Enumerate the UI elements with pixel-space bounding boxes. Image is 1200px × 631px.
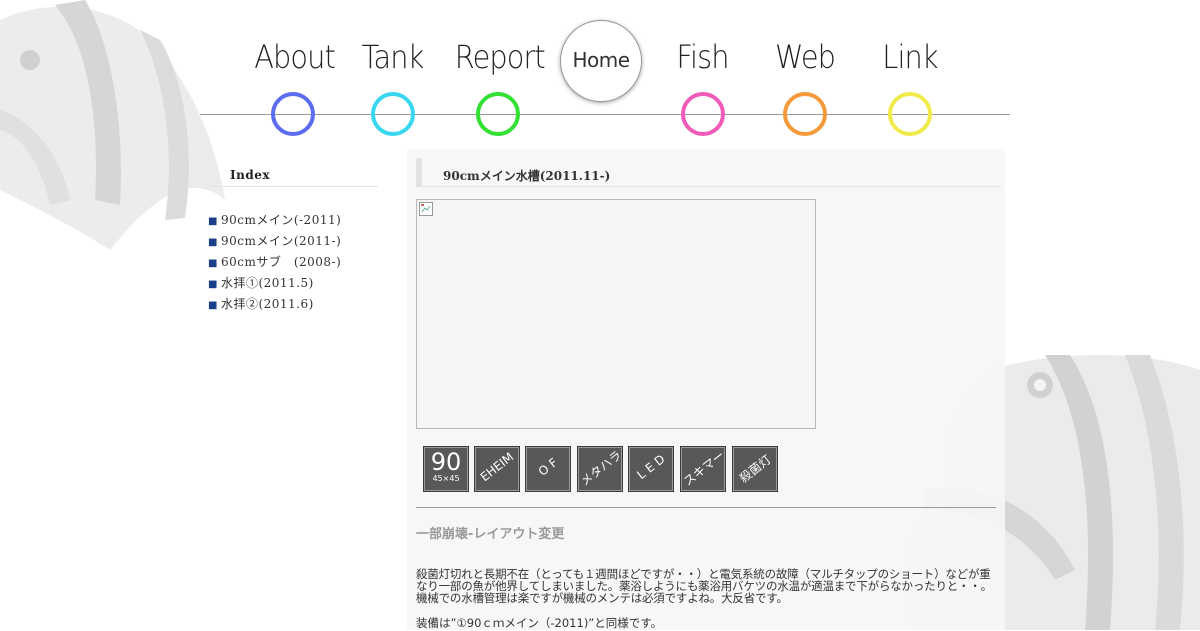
- badge-led[interactable]: L E D: [628, 446, 674, 492]
- nav-label-link: Link: [882, 38, 938, 76]
- badge-of-label: O F: [535, 455, 561, 479]
- sidebar-item-60cm-sub[interactable]: ■ 60cmサブ (2008-): [208, 253, 378, 274]
- badge-of[interactable]: O F: [525, 446, 571, 492]
- main-navigation: About Tank Report Home Fish Web Link: [200, 0, 1010, 136]
- sidebar-item-label: 水拝①(2011.5): [220, 276, 314, 290]
- section-subheading: 一部崩壊-レイアウト変更: [416, 527, 565, 542]
- bullet-icon: ■: [208, 300, 218, 311]
- sidebar-index: Index ■ 90cmメイン(-2011) ■ 90cmメイン(2011-) ■ 6…: [208, 168, 378, 316]
- badge-eheim[interactable]: EHEIM: [474, 446, 520, 492]
- nav-arc-web: [783, 92, 827, 136]
- badge-eheim-label: EHEIM: [477, 449, 517, 485]
- nav-item-fish[interactable]: Fish: [670, 0, 735, 136]
- badge-led-label: L E D: [634, 451, 668, 483]
- badge-tank-size-dimensions: 45×45: [432, 474, 460, 483]
- nav-label-report: Report: [454, 38, 546, 76]
- bullet-icon: ■: [208, 216, 218, 227]
- sidebar-item-label: 60cmサブ (2008-): [220, 255, 342, 269]
- page-title: 90cmメイン水槽(2011.11-): [443, 169, 611, 183]
- equipment-note: 装備は”①90ｃｍメイン（-2011)”と同様です。: [416, 615, 663, 630]
- badge-metal-halide[interactable]: メタハラ: [577, 446, 623, 492]
- nav-arc-report: [475, 92, 520, 136]
- nav-arc-tank: [370, 92, 415, 136]
- badge-skimmer-label: スキマー: [680, 447, 726, 489]
- badge-tank-size[interactable]: 90 45×45: [423, 446, 469, 492]
- nav-item-report[interactable]: Report: [450, 0, 546, 136]
- sidebar-title: Index: [208, 168, 378, 187]
- tank-photo: [416, 199, 816, 429]
- nav-label-fish: Fish: [676, 38, 729, 76]
- sidebar-item-90cm-main-old[interactable]: ■ 90cmメイン(-2011): [208, 211, 378, 232]
- nav-item-web[interactable]: Web: [770, 0, 840, 136]
- nav-arc-fish: [680, 92, 725, 136]
- nav-item-about[interactable]: About: [250, 0, 336, 136]
- sidebar-item-90cm-main-new[interactable]: ■ 90cmメイン(2011-): [208, 232, 378, 253]
- nav-label-home: Home: [572, 48, 630, 72]
- nav-item-home[interactable]: Home: [560, 20, 642, 102]
- content-panel: 90cmメイン水槽(2011.11-) 90 45×45 EHEIM O F メ…: [407, 149, 1005, 630]
- nav-arc-link: [888, 92, 932, 136]
- sidebar-item-suihai-2[interactable]: ■ 水拝②(2011.6): [208, 295, 378, 316]
- badge-uv-sterilizer-label: 殺菌灯: [736, 452, 774, 486]
- sidebar-item-label: 90cmメイン(2011-): [220, 234, 342, 248]
- section-divider: [416, 507, 996, 508]
- sidebar-item-label: 水拝②(2011.6): [220, 297, 314, 311]
- section-paragraph: 殺菌灯切れと長期不在（とっても１週間ほどですが・・）と電気系統の故障（マルチタッ…: [416, 566, 992, 605]
- nav-label-web: Web: [774, 38, 836, 76]
- sidebar-item-label: 90cmメイン(-2011): [220, 213, 342, 227]
- nav-item-tank[interactable]: Tank: [355, 0, 430, 136]
- nav-arc-about: [270, 92, 315, 136]
- badge-skimmer[interactable]: スキマー: [680, 446, 726, 492]
- badge-metal-halide-label: メタハラ: [577, 447, 623, 489]
- bullet-icon: ■: [208, 258, 218, 269]
- bullet-icon: ■: [208, 279, 218, 290]
- broken-image-icon: [419, 202, 433, 216]
- badge-uv-sterilizer[interactable]: 殺菌灯: [732, 446, 778, 492]
- badge-tank-size-number: 90: [430, 448, 462, 476]
- bullet-icon: ■: [208, 237, 218, 248]
- nav-item-link[interactable]: Link: [875, 0, 945, 136]
- nav-label-about: About: [254, 38, 336, 76]
- sidebar-item-suihai-1[interactable]: ■ 水拝①(2011.5): [208, 274, 378, 295]
- sidebar-list: ■ 90cmメイン(-2011) ■ 90cmメイン(2011-) ■ 60cmサブ …: [208, 211, 378, 316]
- nav-label-tank: Tank: [361, 38, 425, 76]
- content-header: 90cmメイン水槽(2011.11-): [416, 158, 1002, 187]
